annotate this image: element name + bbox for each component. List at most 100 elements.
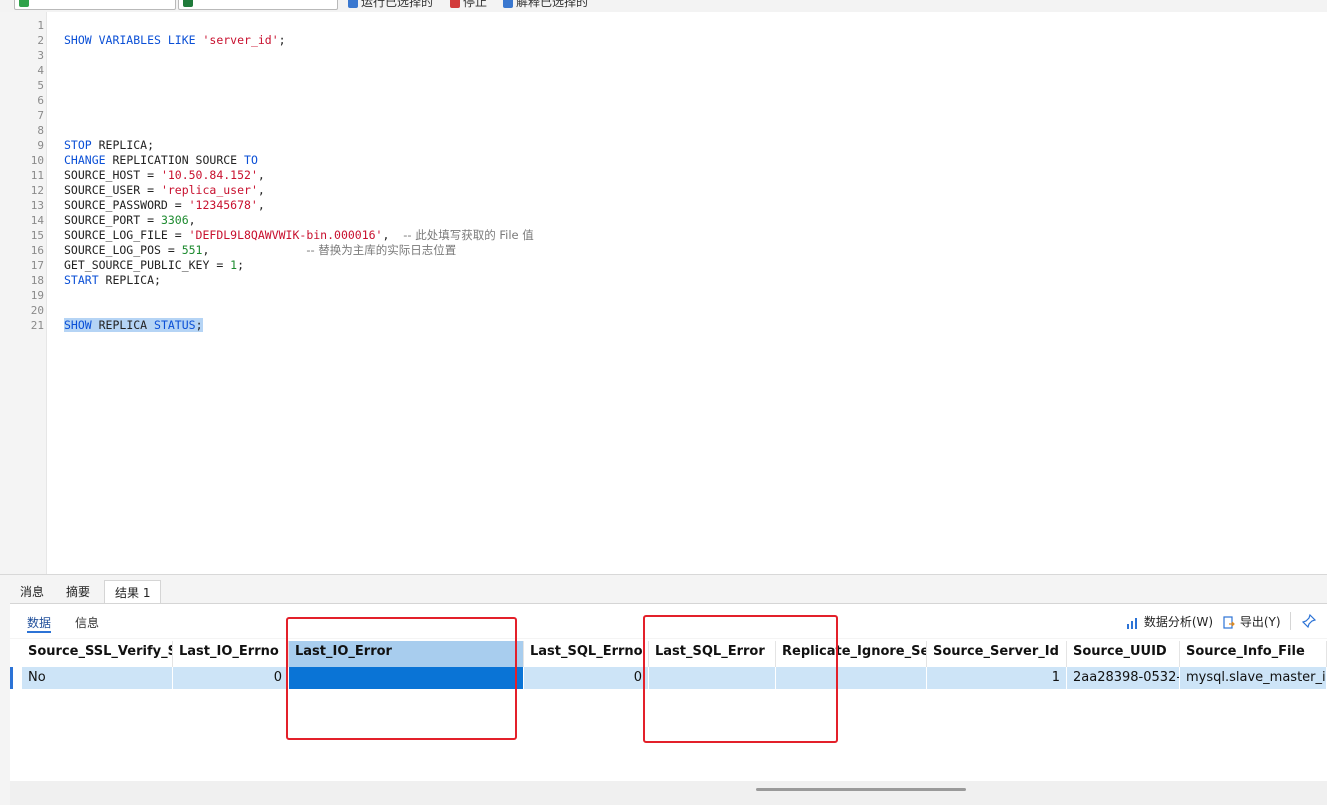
code-line[interactable]: 16 SOURCE_LOG_POS = 551, -- 替换为主库的实际日志位置 (0, 243, 1327, 258)
highlight-box-io-error (286, 617, 517, 740)
code-token: , (257, 168, 265, 182)
line-number: 17 (30, 259, 44, 272)
column-header[interactable]: Last_SQL_Errno (524, 641, 649, 667)
tab-summary[interactable]: 摘要 (56, 580, 100, 602)
highlight-box-sql-error (643, 615, 838, 743)
code-token: SOURCE_LOG_FILE = (64, 228, 189, 242)
code-line[interactable]: 3 (0, 48, 1327, 63)
column-header[interactable]: Source_SSL_Verify_Se (22, 641, 173, 667)
toolbar-divider (1290, 612, 1291, 630)
code-token: REPLICA; (105, 273, 161, 287)
code-token: '12345678' (188, 198, 258, 212)
code-token: GET_SOURCE_PUBLIC_KEY = (64, 258, 231, 272)
export-button[interactable]: 导出(Y) (1222, 613, 1281, 630)
line-number: 5 (37, 79, 44, 92)
code-line[interactable]: 15 SOURCE_LOG_FILE = 'DEFDL9L8QAWVWIK-bin… (0, 228, 1327, 243)
sql-editor[interactable]: 1 2 SHOW VARIABLES LIKE 'server_id'; 3 4 5 6 7 8… (0, 12, 1327, 574)
code-line[interactable]: 6 (0, 93, 1327, 108)
current-row-marker (10, 667, 13, 689)
database-select[interactable] (178, 0, 338, 10)
code-line[interactable]: 21 SHOW REPLICA STATUS; (0, 318, 1327, 333)
code-line[interactable]: 2 SHOW VARIABLES LIKE 'server_id'; (0, 33, 1327, 48)
code-line[interactable]: 9 STOP REPLICA; (0, 138, 1327, 153)
column-header[interactable]: Source_UUID (1067, 641, 1180, 667)
explain-selected-button[interactable]: 解释已选择的 (503, 0, 588, 10)
run-selected-label: 运行已选择的 (361, 0, 434, 9)
tab-messages[interactable]: 消息 (10, 580, 54, 602)
code-line[interactable]: 13 SOURCE_PASSWORD = '12345678', (0, 198, 1327, 213)
code-line[interactable]: 7 (0, 108, 1327, 123)
stop-icon (450, 0, 460, 8)
explain-icon (503, 0, 513, 8)
column-header[interactable]: Source_Server_Id (927, 641, 1067, 667)
code-token: STATUS (154, 318, 196, 332)
code-line[interactable]: 1 (0, 18, 1327, 33)
code-token: , (382, 228, 404, 242)
tab-result-1[interactable]: 结果 1 (104, 580, 162, 603)
stop-label: 停止 (463, 0, 488, 9)
result-panel: 消息 摘要 结果 1 数据 信息 数据分析(W) 导出(Y) Source_SS… (0, 574, 1327, 805)
code-line[interactable]: 20 (0, 303, 1327, 318)
code-token: 'server_id' (202, 33, 279, 47)
line-number: 21 (30, 319, 44, 332)
code-token: REPLICATION SOURCE (112, 153, 245, 167)
table-cell[interactable]: 0 (173, 667, 289, 689)
line-number: 19 (30, 289, 44, 302)
table-cell[interactable]: 1 (927, 667, 1067, 689)
status-strip (10, 781, 1327, 805)
code-line[interactable]: 18 START REPLICA; (0, 273, 1327, 288)
code-token: 3306 (160, 213, 189, 227)
code-line[interactable]: 8 (0, 123, 1327, 138)
code-token: SOURCE_PASSWORD = (64, 198, 189, 212)
table-cell[interactable]: mysql.slave_master_info (1180, 667, 1327, 689)
line-number: 16 (30, 244, 44, 257)
code-token: 'DEFDL9L8QAWVWIK-bin.000016' (188, 228, 383, 242)
code-line[interactable]: 12 SOURCE_USER = 'replica_user', (0, 183, 1327, 198)
code-line[interactable]: 5 (0, 78, 1327, 93)
line-number: 8 (37, 124, 44, 137)
code-token: START (64, 273, 106, 287)
table-cell[interactable]: 2aa28398-0532-1 (1067, 667, 1180, 689)
code-line[interactable]: 11 SOURCE_HOST = '10.50.84.152', (0, 168, 1327, 183)
data-analysis-button[interactable]: 数据分析(W) (1126, 613, 1213, 630)
code-token: SOURCE_PORT = (64, 213, 161, 227)
pin-icon (1301, 613, 1317, 628)
code-token: SHOW (64, 318, 99, 332)
code-text: SOURCE_USER = 'replica_user', (64, 183, 265, 198)
line-number: 15 (30, 229, 44, 242)
run-selected-button[interactable]: 运行已选择的 (348, 0, 433, 10)
code-line[interactable]: 10 CHANGE REPLICATION SOURCE TO (0, 153, 1327, 168)
stop-button[interactable]: 停止 (450, 0, 487, 10)
connection-select[interactable] (14, 0, 176, 10)
code-token: '10.50.84.152' (160, 168, 258, 182)
subtab-info[interactable]: 信息 (75, 614, 99, 631)
column-header[interactable]: Source_Info_File (1180, 641, 1327, 667)
connection-icon (19, 0, 29, 7)
code-token: , (257, 183, 265, 197)
line-number: 14 (30, 214, 44, 227)
code-token: ; (237, 258, 245, 272)
subtab-data[interactable]: 数据 (27, 614, 52, 633)
horizontal-scrollbar[interactable] (756, 788, 966, 791)
code-text: GET_SOURCE_PUBLIC_KEY = 1; (64, 258, 244, 273)
line-number: 13 (30, 199, 44, 212)
export-icon (1223, 615, 1235, 629)
line-number: 18 (30, 274, 44, 287)
code-line[interactable]: 17 GET_SOURCE_PUBLIC_KEY = 1; (0, 258, 1327, 273)
line-number: 9 (37, 139, 44, 152)
code-line[interactable]: 19 (0, 288, 1327, 303)
code-token: SOURCE_USER = (64, 183, 161, 197)
code-line[interactable]: 14 SOURCE_PORT = 3306, (0, 213, 1327, 228)
table-cell[interactable]: No (22, 667, 173, 689)
column-header[interactable]: Last_IO_Errno (173, 641, 289, 667)
pin-button[interactable] (1301, 613, 1317, 628)
export-label: 导出(Y) (1239, 615, 1281, 629)
code-token: 'replica_user' (160, 183, 258, 197)
line-number: 11 (30, 169, 44, 182)
line-number: 10 (30, 154, 44, 167)
code-token: -- 替换为主库的实际日志位置 (306, 243, 457, 257)
table-cell[interactable]: 0 (524, 667, 649, 689)
code-token: SOURCE_LOG_POS = (64, 243, 182, 257)
code-token: REPLICA (98, 318, 155, 332)
code-line[interactable]: 4 (0, 63, 1327, 78)
